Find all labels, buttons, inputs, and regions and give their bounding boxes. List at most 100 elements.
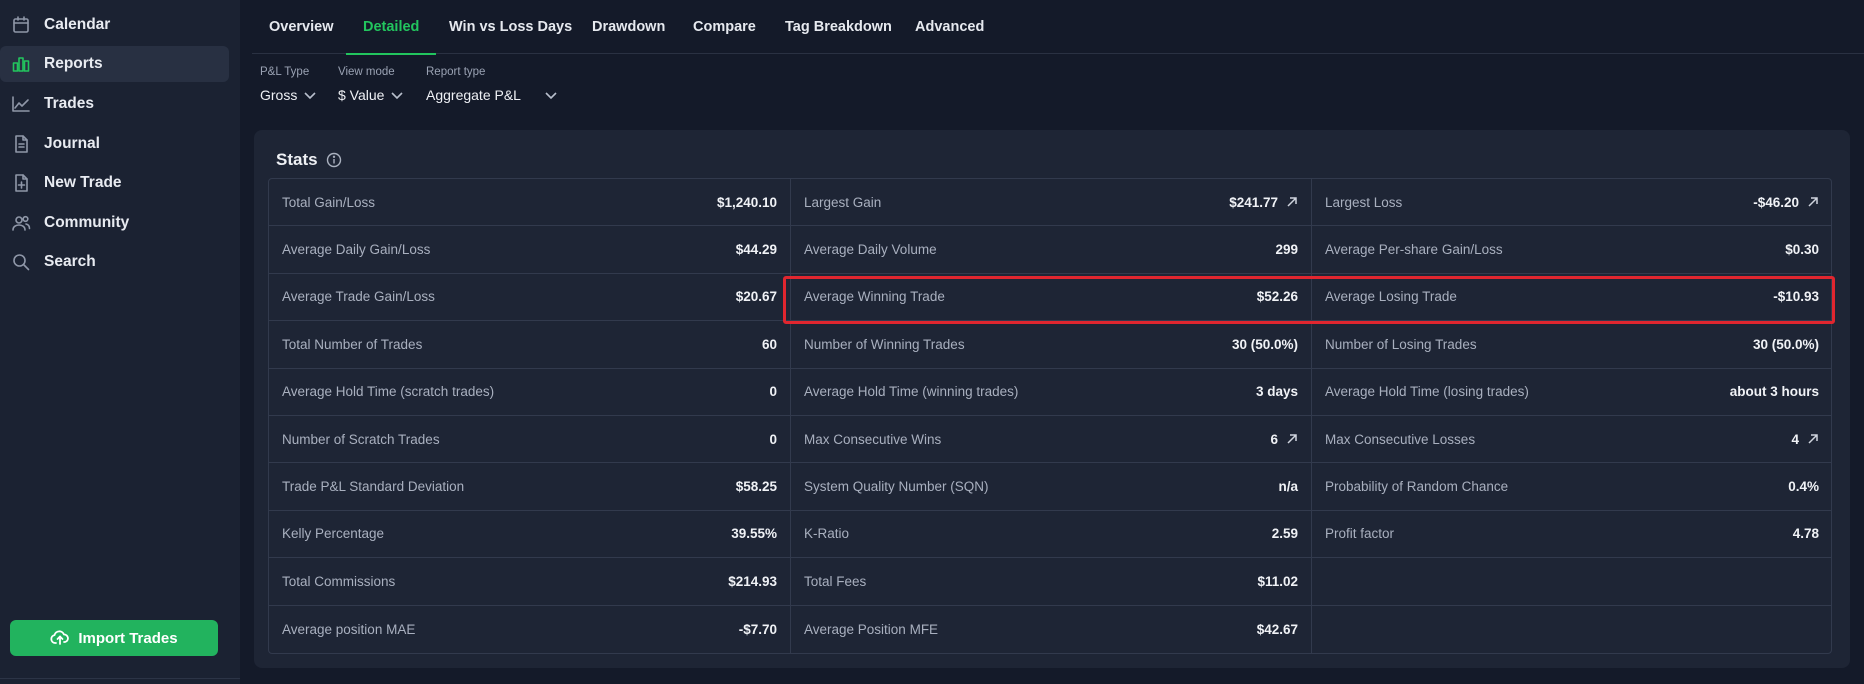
stat-row[interactable]: Max Consecutive Wins 6	[791, 416, 1311, 464]
stat-label: Number of Winning Trades	[804, 336, 965, 352]
stat-value-wrap: $20.67	[736, 289, 777, 304]
sidebar-item-label: Trades	[44, 95, 94, 112]
stat-value-wrap: -$46.20	[1753, 195, 1819, 210]
stat-label: Average Daily Volume	[804, 242, 937, 258]
filter-label: View mode	[338, 66, 395, 78]
stat-label: System Quality Number (SQN)	[804, 479, 989, 495]
sidebar-item-label: Reports	[44, 55, 103, 72]
tab-advanced[interactable]: Advanced	[915, 0, 984, 54]
sidebar-item-reports[interactable]: Reports	[0, 46, 229, 82]
arrow-up-right-icon[interactable]	[1286, 433, 1298, 445]
stat-value: $214.93	[728, 573, 777, 589]
sidebar-item-label: Calendar	[44, 16, 111, 33]
stat-label: Average Trade Gain/Loss	[282, 289, 435, 305]
stat-label: Kelly Percentage	[282, 526, 385, 542]
stat-label: Average Winning Trade	[804, 289, 945, 305]
stat-label: Probability of Random Chance	[1325, 479, 1509, 495]
filter-label: P&L Type	[260, 66, 310, 78]
stat-value-wrap: 2.59	[1272, 526, 1298, 541]
stat-value: $1,240.10	[716, 194, 777, 210]
tab-tag-breakdown[interactable]: Tag Breakdown	[785, 0, 892, 54]
stat-row[interactable]: Max Consecutive Losses 4	[1312, 416, 1832, 464]
stat-value: -$7.70	[738, 621, 777, 637]
stat-value: 30 (50.0%)	[1752, 336, 1819, 352]
stat-row: Probability of Random Chance 0.4%	[1312, 463, 1832, 511]
stat-row: Average Daily Volume 299	[791, 226, 1311, 274]
stat-label: Average Hold Time (winning trades)	[804, 384, 1019, 400]
stats-card: Stats Total Gain/Loss $1,240.10 Average Da…	[254, 130, 1850, 668]
stat-label: Average Losing Trade	[1325, 289, 1457, 305]
stat-label: Total Commissions	[282, 573, 396, 589]
users-icon	[11, 213, 31, 233]
line-chart-icon	[11, 94, 31, 114]
stat-label: Average Per-share Gain/Loss	[1325, 242, 1503, 258]
stat-value-wrap: $58.25	[736, 479, 777, 494]
tab-detailed[interactable]: Detailed	[345, 0, 437, 55]
tab-overview[interactable]: Overview	[269, 0, 334, 54]
arrow-up-right-icon[interactable]	[1286, 196, 1298, 208]
stat-value-wrap: 0.4%	[1788, 479, 1819, 494]
stat-row: Number of Scratch Trades 0	[269, 416, 790, 464]
stat-value-wrap: 60	[762, 337, 777, 352]
stat-row[interactable]: Largest Loss -$46.20	[1312, 179, 1832, 227]
stats-title: Stats	[276, 150, 342, 170]
sidebar: Calendar Reports Trades Journal New Trad…	[0, 0, 240, 684]
stat-row: Total Fees $11.02	[791, 558, 1311, 606]
stat-label: K-Ratio	[804, 526, 850, 542]
stat-row: Average Daily Gain/Loss $44.29	[269, 226, 790, 274]
pl-type-select[interactable]: P&L Type Gross	[260, 66, 317, 103]
arrow-up-right-icon[interactable]	[1807, 433, 1819, 445]
stat-label: Max Consecutive Losses	[1325, 431, 1476, 447]
sidebar-item-trades[interactable]: Trades	[0, 86, 229, 122]
tab-compare[interactable]: Compare	[693, 0, 756, 54]
stat-value-wrap: -$7.70	[739, 622, 777, 637]
sidebar-item-community[interactable]: Community	[0, 205, 229, 241]
stat-value-wrap: 0	[769, 384, 777, 399]
stat-value: -$10.93	[1773, 289, 1819, 305]
stat-label: Total Gain/Loss	[282, 194, 376, 210]
stat-value: -$46.20	[1753, 194, 1799, 210]
stat-value-wrap: $42.67	[1257, 622, 1298, 637]
stat-label: Average position MAE	[282, 621, 416, 637]
stat-value-wrap: $11.02	[1257, 574, 1298, 589]
stat-value-wrap: n/a	[1278, 479, 1298, 494]
sidebar-item-search[interactable]: Search	[0, 244, 229, 280]
tab-win-vs-loss-days[interactable]: Win vs Loss Days	[449, 0, 572, 54]
search-icon	[11, 252, 31, 272]
sidebar-item-label: Search	[44, 253, 96, 270]
filter-value: $ Value	[338, 87, 385, 103]
view-mode-select[interactable]: View mode $ Value	[338, 66, 404, 103]
stat-row: Total Gain/Loss $1,240.10	[269, 179, 790, 227]
stat-row[interactable]: Largest Gain $241.77	[791, 179, 1311, 227]
stat-value: 2.59	[1271, 526, 1298, 542]
import-trades-button[interactable]: Import Trades	[10, 620, 218, 656]
divider	[0, 678, 240, 679]
chevron-down-icon	[545, 92, 557, 100]
sidebar-item-new-trade[interactable]: New Trade	[0, 165, 229, 201]
stat-row: Average Hold Time (scratch trades) 0	[269, 369, 790, 416]
stat-label: Total Fees	[804, 573, 867, 589]
sidebar-item-journal[interactable]: Journal	[0, 126, 229, 162]
stat-value: n/a	[1278, 479, 1298, 495]
arrow-up-right-icon[interactable]	[1807, 196, 1819, 208]
sidebar-item-label: Journal	[44, 135, 100, 152]
stat-value: $58.25	[735, 479, 777, 495]
stat-label: Profit factor	[1325, 526, 1395, 542]
stat-value-wrap: 39.55%	[731, 526, 777, 541]
stat-value-wrap: 6	[1270, 432, 1298, 447]
chevron-down-icon	[304, 92, 316, 100]
stat-row	[1312, 606, 1832, 653]
sidebar-item-calendar[interactable]: Calendar	[0, 7, 229, 43]
stat-row: Profit factor 4.78	[1312, 511, 1832, 559]
tab-drawdown[interactable]: Drawdown	[592, 0, 665, 54]
chevron-down-icon	[391, 92, 404, 100]
report-type-select[interactable]: Report type Aggregate P&L	[426, 66, 558, 103]
stat-value: 60	[761, 336, 777, 352]
stat-value-wrap: 30 (50.0%)	[1753, 337, 1819, 352]
info-icon[interactable]	[326, 152, 342, 168]
stat-value-wrap: $44.29	[736, 242, 777, 257]
stat-row: Total Commissions $214.93	[269, 558, 790, 606]
stat-value-wrap: about 3 hours	[1730, 384, 1819, 399]
stat-value: about 3 hours	[1729, 384, 1819, 400]
stat-label: Number of Losing Trades	[1325, 336, 1477, 352]
